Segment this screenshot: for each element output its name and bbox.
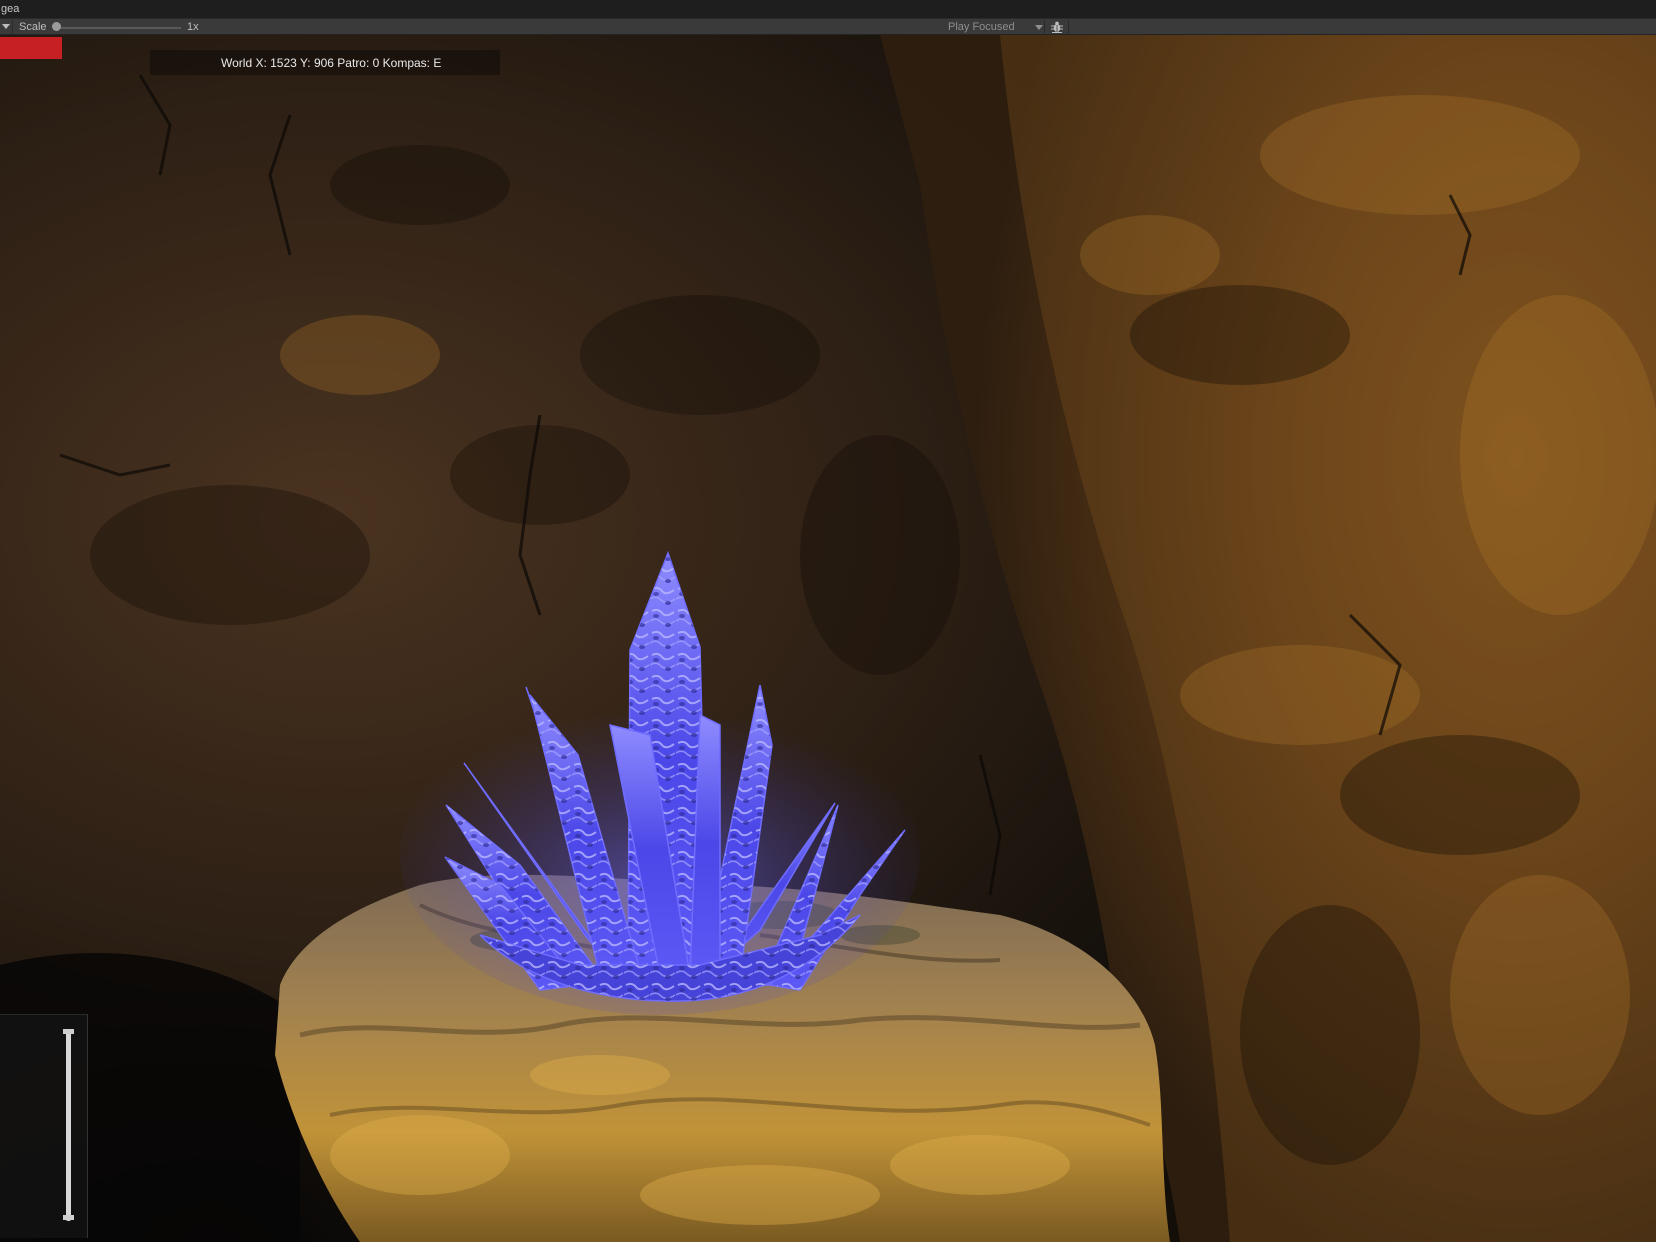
scale-value: 1x	[187, 21, 199, 33]
scale-slider-thumb[interactable]	[52, 22, 61, 31]
editor-window: gea Scale 1x Play Focused World X: 1523 …	[0, 0, 1656, 1242]
chevron-down-icon[interactable]	[2, 24, 10, 29]
toolbar-divider	[12, 20, 13, 34]
play-mode-dropdown[interactable]: Play Focused	[948, 19, 1043, 35]
debug-button[interactable]	[1048, 19, 1066, 35]
game-viewport[interactable]	[0, 35, 1656, 1242]
vertical-slider-handle-bottom[interactable]	[63, 1215, 74, 1220]
status-indicator	[0, 37, 62, 59]
window-title: gea	[1, 3, 20, 15]
play-mode-label: Play Focused	[948, 21, 1015, 33]
toolbar-divider	[1068, 20, 1069, 34]
chevron-down-icon	[1035, 25, 1043, 30]
world-status-text: World X: 1523 Y: 906 Patro: 0 Kompas: E	[221, 56, 442, 70]
vertical-slider[interactable]	[66, 1031, 71, 1221]
cave-scene	[0, 35, 1656, 1242]
side-slider-panel	[0, 1014, 88, 1238]
vertical-slider-handle-top[interactable]	[63, 1029, 74, 1034]
window-title-bar: gea	[0, 0, 1656, 18]
toolbar-divider	[1044, 20, 1045, 34]
scale-label: Scale	[19, 21, 47, 33]
bug-icon	[1051, 21, 1063, 33]
scale-slider-track[interactable]	[55, 27, 181, 29]
game-view-toolbar: Scale 1x Play Focused	[0, 18, 1656, 35]
